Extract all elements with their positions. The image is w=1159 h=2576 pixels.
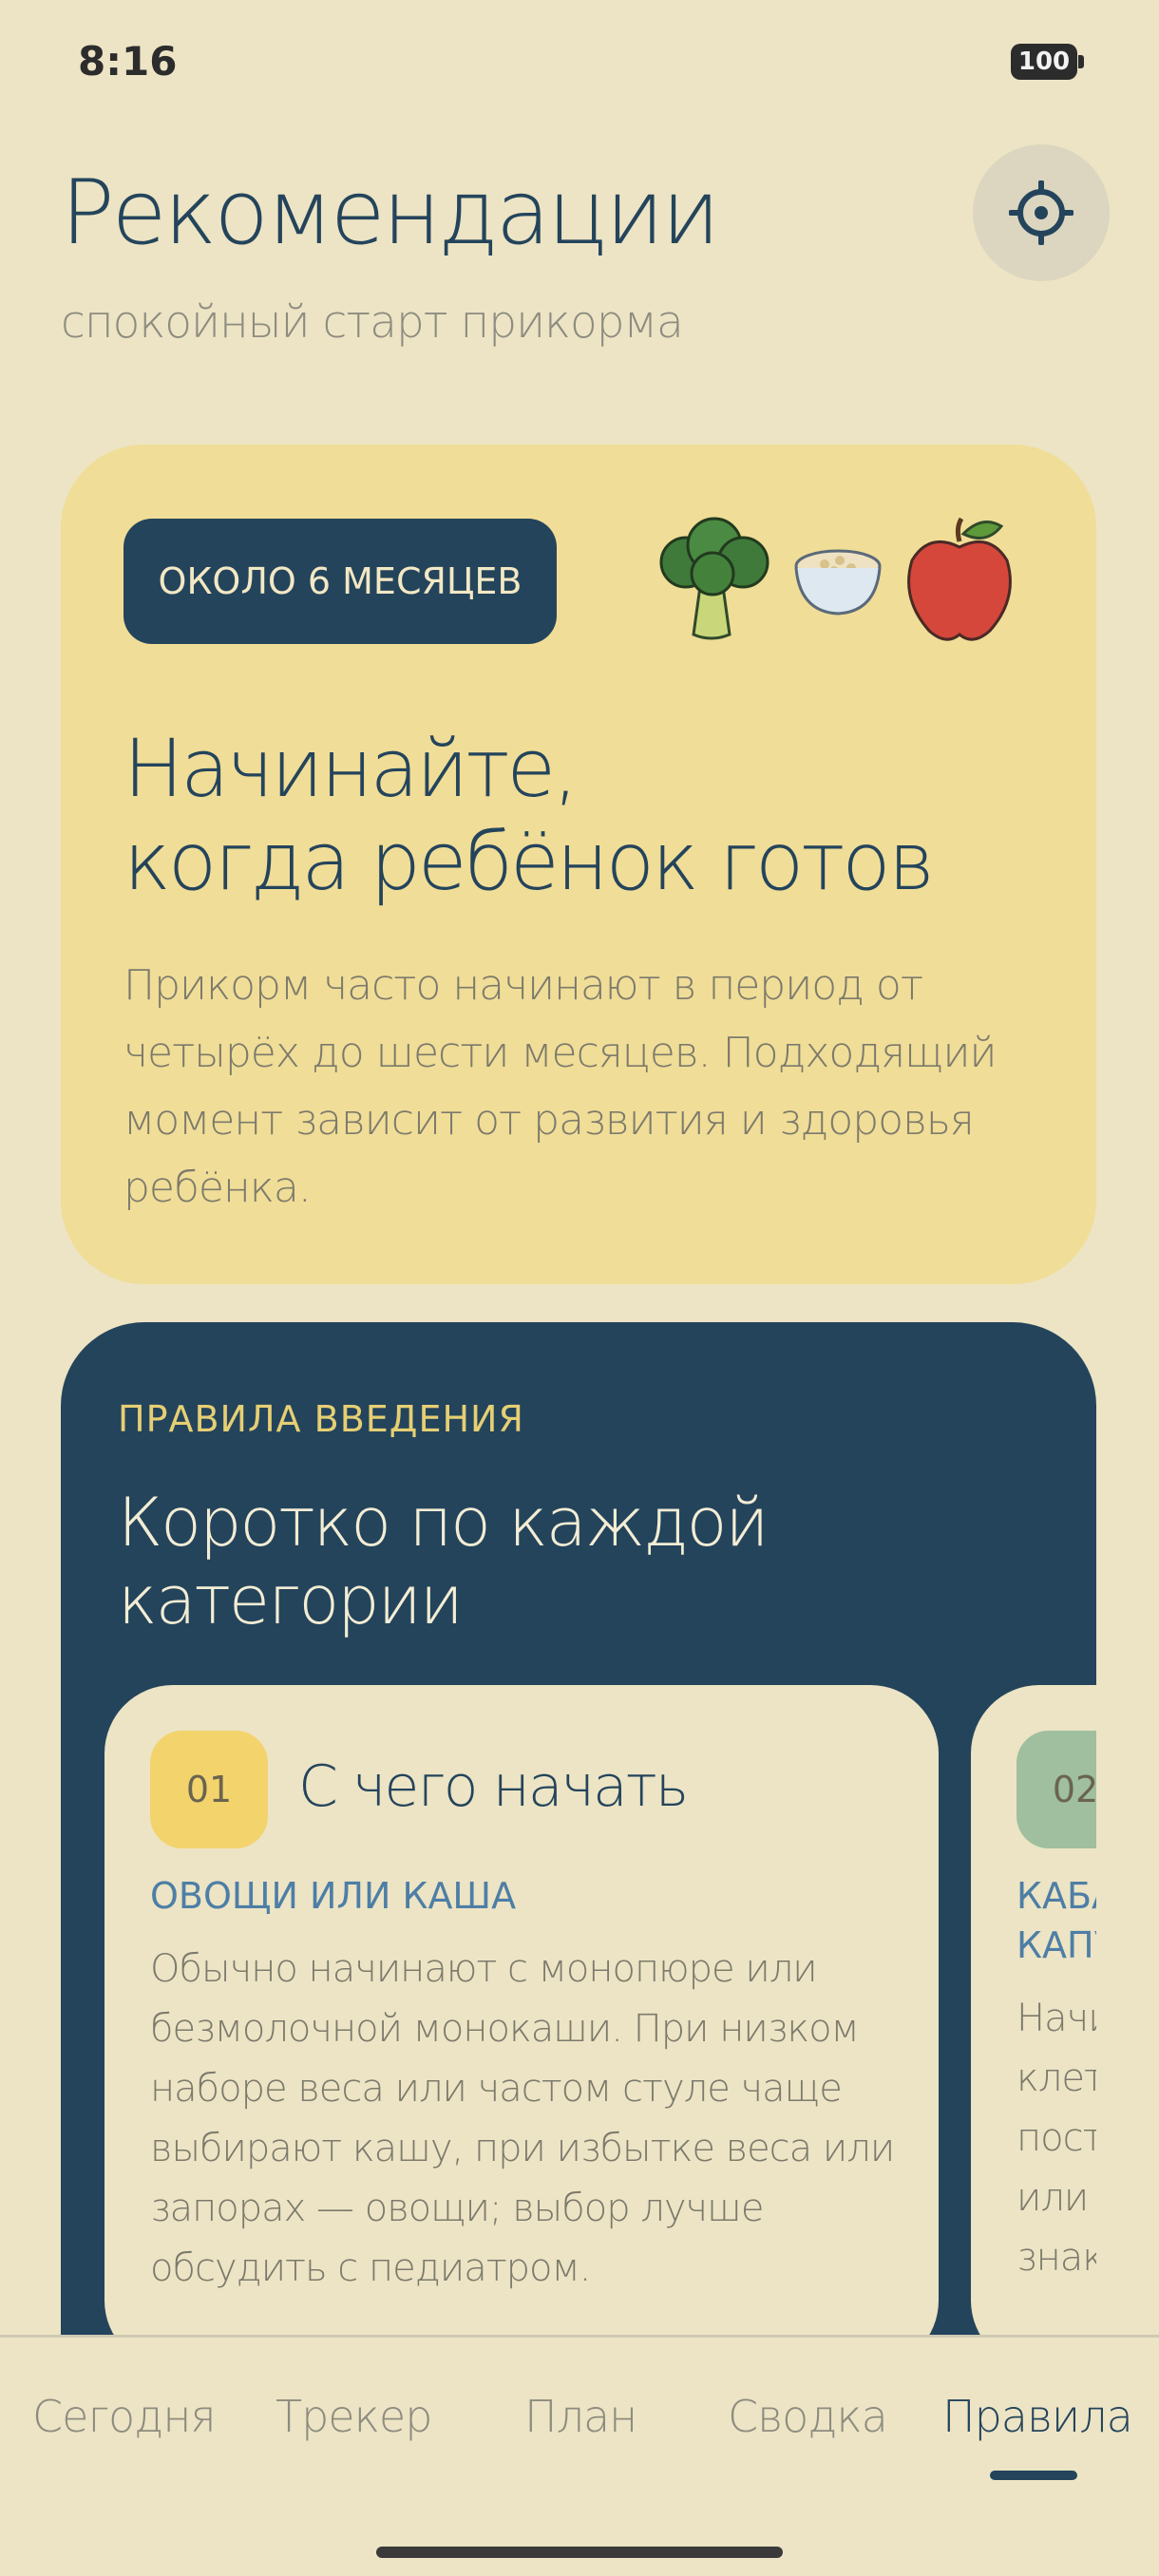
hero-title-line1: Начинайте, bbox=[124, 722, 579, 815]
porridge-bowl-icon bbox=[794, 549, 882, 616]
broccoli-icon bbox=[659, 517, 770, 640]
status-time: 8:16 bbox=[78, 38, 178, 85]
nav-tab-rules[interactable]: Правила bbox=[942, 2391, 1133, 2442]
rules-kicker: ПРАВИЛА ВВЕДЕНИЯ bbox=[118, 1398, 524, 1440]
card-title: С чего начать bbox=[298, 1753, 689, 1820]
rules-title: Коротко по каждой категории bbox=[118, 1484, 770, 1639]
nav-tab-plan[interactable]: План bbox=[524, 2391, 637, 2442]
apple-icon bbox=[907, 517, 1012, 641]
page-subtitle: спокойный старт прикорма bbox=[61, 296, 684, 349]
nav-tab-summary[interactable]: Сводка bbox=[728, 2391, 888, 2442]
hero-title-line2: когда ребёнок готов bbox=[124, 815, 935, 908]
hero-title: Начинайте, когда ребёнок готов bbox=[124, 722, 1054, 908]
page-title: Рекомендации bbox=[61, 161, 720, 265]
settings-sun-icon bbox=[1009, 180, 1074, 245]
home-indicator[interactable] bbox=[376, 2547, 783, 2558]
nav-tab-tracker[interactable]: Трекер bbox=[276, 2391, 432, 2442]
card-subtitle: КАБА КАПУ bbox=[1016, 1875, 1096, 1966]
hero-description: Прикорм часто начинают в период от четыр… bbox=[124, 961, 997, 1212]
hero-card: ОКОЛО 6 МЕСЯЦЕВ Начинайте, когда ребёнок… bbox=[61, 445, 1096, 1284]
rules-section: ПРАВИЛА ВВЕДЕНИЯ Коротко по каждой катег… bbox=[61, 1322, 1096, 2367]
active-tab-indicator bbox=[990, 2471, 1077, 2480]
settings-button[interactable] bbox=[973, 144, 1110, 281]
rule-card-1[interactable]: 01 С чего начать ОВОЩИ ИЛИ КАША Обычно н… bbox=[104, 1685, 939, 2367]
card-subtitle: ОВОЩИ ИЛИ КАША bbox=[150, 1875, 517, 1917]
card-text: Обычно начинают с монопюре или безмолочн… bbox=[150, 1947, 895, 2290]
card-number: 01 bbox=[150, 1731, 268, 1848]
bottom-nav: Сегодня Трекер План Сводка Правила bbox=[0, 2335, 1159, 2576]
status-bar: 8:16 100 bbox=[0, 0, 1159, 129]
card-number: 02 bbox=[1016, 1731, 1096, 1848]
battery-icon: 100 bbox=[1011, 44, 1084, 80]
nav-tab-today[interactable]: Сегодня bbox=[32, 2391, 217, 2442]
age-badge: ОКОЛО 6 МЕСЯЦЕВ bbox=[124, 519, 557, 644]
rule-card-2[interactable]: 02 КАБА КАПУ Начи клет пост или знак bbox=[971, 1685, 1096, 2367]
card-text: Начи клет пост или знак bbox=[1016, 1997, 1096, 2280]
